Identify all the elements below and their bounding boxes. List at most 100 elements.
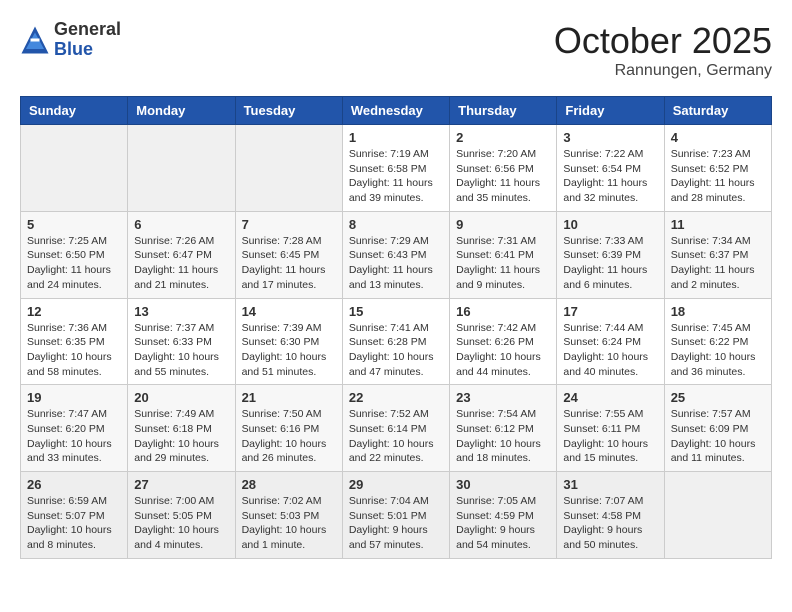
- day-info: Sunrise: 7:33 AM Sunset: 6:39 PM Dayligh…: [563, 234, 657, 293]
- day-info: Sunrise: 7:04 AM Sunset: 5:01 PM Dayligh…: [349, 494, 443, 553]
- day-info: Sunrise: 7:20 AM Sunset: 6:56 PM Dayligh…: [456, 147, 550, 206]
- day-info: Sunrise: 7:47 AM Sunset: 6:20 PM Dayligh…: [27, 407, 121, 466]
- day-info: Sunrise: 7:31 AM Sunset: 6:41 PM Dayligh…: [456, 234, 550, 293]
- calendar-week-row: 5 Sunrise: 7:25 AM Sunset: 6:50 PM Daylig…: [21, 211, 772, 298]
- day-info: Sunrise: 7:41 AM Sunset: 6:28 PM Dayligh…: [349, 321, 443, 380]
- page-header: General Blue October 2025 Rannungen, Ger…: [20, 20, 772, 80]
- weekday-header-tuesday: Tuesday: [235, 97, 342, 125]
- day-number: 6: [134, 217, 228, 232]
- day-number: 27: [134, 477, 228, 492]
- logo-icon: [20, 25, 50, 55]
- weekday-header-wednesday: Wednesday: [342, 97, 449, 125]
- calendar-cell: 14 Sunrise: 7:39 AM Sunset: 6:30 PM Dayli…: [235, 298, 342, 385]
- day-number: 26: [27, 477, 121, 492]
- calendar-cell: 18Sunrise: 7:45 AM Sunset: 6:22 PM Dayli…: [664, 298, 771, 385]
- day-info: Sunrise: 7:44 AM Sunset: 6:24 PM Dayligh…: [563, 321, 657, 380]
- day-number: 14: [242, 304, 336, 319]
- calendar-cell: [664, 472, 771, 559]
- day-info: Sunrise: 7:19 AM Sunset: 6:58 PM Dayligh…: [349, 147, 443, 206]
- day-number: 11: [671, 217, 765, 232]
- day-info: Sunrise: 7:52 AM Sunset: 6:14 PM Dayligh…: [349, 407, 443, 466]
- day-number: 24: [563, 390, 657, 405]
- day-info: Sunrise: 7:36 AM Sunset: 6:35 PM Dayligh…: [27, 321, 121, 380]
- day-info: Sunrise: 7:05 AM Sunset: 4:59 PM Dayligh…: [456, 494, 550, 553]
- logo-text: General Blue: [54, 20, 121, 60]
- weekday-header-friday: Friday: [557, 97, 664, 125]
- weekday-header-row: SundayMondayTuesdayWednesdayThursdayFrid…: [21, 97, 772, 125]
- day-number: 7: [242, 217, 336, 232]
- day-number: 22: [349, 390, 443, 405]
- calendar-cell: 6 Sunrise: 7:26 AM Sunset: 6:47 PM Daylig…: [128, 211, 235, 298]
- day-info: Sunrise: 6:59 AM Sunset: 5:07 PM Dayligh…: [27, 494, 121, 553]
- day-info: Sunrise: 7:39 AM Sunset: 6:30 PM Dayligh…: [242, 321, 336, 380]
- day-number: 23: [456, 390, 550, 405]
- day-number: 4: [671, 130, 765, 145]
- day-number: 25: [671, 390, 765, 405]
- day-info: Sunrise: 7:50 AM Sunset: 6:16 PM Dayligh…: [242, 407, 336, 466]
- day-number: 17: [563, 304, 657, 319]
- calendar-cell: 15Sunrise: 7:41 AM Sunset: 6:28 PM Dayli…: [342, 298, 449, 385]
- title-block: October 2025 Rannungen, Germany: [554, 20, 772, 80]
- calendar-cell: 16 Sunrise: 7:42 AM Sunset: 6:26 PM Dayli…: [450, 298, 557, 385]
- day-info: Sunrise: 7:42 AM Sunset: 6:26 PM Dayligh…: [456, 321, 550, 380]
- calendar-cell: [128, 125, 235, 212]
- day-info: Sunrise: 7:37 AM Sunset: 6:33 PM Dayligh…: [134, 321, 228, 380]
- calendar-cell: 30 Sunrise: 7:05 AM Sunset: 4:59 PM Dayli…: [450, 472, 557, 559]
- day-number: 28: [242, 477, 336, 492]
- calendar-week-row: 26 Sunrise: 6:59 AM Sunset: 5:07 PM Dayli…: [21, 472, 772, 559]
- day-number: 9: [456, 217, 550, 232]
- calendar-cell: 19 Sunrise: 7:47 AM Sunset: 6:20 PM Dayli…: [21, 385, 128, 472]
- logo: General Blue: [20, 20, 121, 60]
- day-number: 13: [134, 304, 228, 319]
- calendar-cell: 31Sunrise: 7:07 AM Sunset: 4:58 PM Dayli…: [557, 472, 664, 559]
- calendar-cell: 7Sunrise: 7:28 AM Sunset: 6:45 PM Daylig…: [235, 211, 342, 298]
- day-info: Sunrise: 7:07 AM Sunset: 4:58 PM Dayligh…: [563, 494, 657, 553]
- day-number: 10: [563, 217, 657, 232]
- calendar-cell: 27Sunrise: 7:00 AM Sunset: 5:05 PM Dayli…: [128, 472, 235, 559]
- month-title: October 2025: [554, 20, 772, 62]
- day-number: 30: [456, 477, 550, 492]
- calendar-cell: [235, 125, 342, 212]
- calendar-cell: 24 Sunrise: 7:55 AM Sunset: 6:11 PM Dayli…: [557, 385, 664, 472]
- weekday-header-monday: Monday: [128, 97, 235, 125]
- calendar-cell: 28 Sunrise: 7:02 AM Sunset: 5:03 PM Dayli…: [235, 472, 342, 559]
- calendar-cell: 4 Sunrise: 7:23 AM Sunset: 6:52 PM Daylig…: [664, 125, 771, 212]
- calendar-cell: 21Sunrise: 7:50 AM Sunset: 6:16 PM Dayli…: [235, 385, 342, 472]
- calendar-cell: 25 Sunrise: 7:57 AM Sunset: 6:09 PM Dayli…: [664, 385, 771, 472]
- calendar-cell: 9 Sunrise: 7:31 AM Sunset: 6:41 PM Daylig…: [450, 211, 557, 298]
- day-number: 2: [456, 130, 550, 145]
- day-info: Sunrise: 7:29 AM Sunset: 6:43 PM Dayligh…: [349, 234, 443, 293]
- day-info: Sunrise: 7:55 AM Sunset: 6:11 PM Dayligh…: [563, 407, 657, 466]
- day-info: Sunrise: 7:45 AM Sunset: 6:22 PM Dayligh…: [671, 321, 765, 380]
- calendar-cell: 13 Sunrise: 7:37 AM Sunset: 6:33 PM Dayli…: [128, 298, 235, 385]
- day-number: 19: [27, 390, 121, 405]
- calendar-cell: 12Sunrise: 7:36 AM Sunset: 6:35 PM Dayli…: [21, 298, 128, 385]
- calendar-cell: 11Sunrise: 7:34 AM Sunset: 6:37 PM Dayli…: [664, 211, 771, 298]
- calendar-cell: 17 Sunrise: 7:44 AM Sunset: 6:24 PM Dayli…: [557, 298, 664, 385]
- day-info: Sunrise: 7:54 AM Sunset: 6:12 PM Dayligh…: [456, 407, 550, 466]
- calendar-cell: 20 Sunrise: 7:49 AM Sunset: 6:18 PM Dayli…: [128, 385, 235, 472]
- calendar-cell: 29 Sunrise: 7:04 AM Sunset: 5:01 PM Dayli…: [342, 472, 449, 559]
- calendar-table: SundayMondayTuesdayWednesdayThursdayFrid…: [20, 96, 772, 559]
- calendar-week-row: 12Sunrise: 7:36 AM Sunset: 6:35 PM Dayli…: [21, 298, 772, 385]
- day-number: 3: [563, 130, 657, 145]
- day-info: Sunrise: 7:23 AM Sunset: 6:52 PM Dayligh…: [671, 147, 765, 206]
- day-number: 5: [27, 217, 121, 232]
- calendar-cell: 1Sunrise: 7:19 AM Sunset: 6:58 PM Daylig…: [342, 125, 449, 212]
- day-number: 8: [349, 217, 443, 232]
- day-info: Sunrise: 7:02 AM Sunset: 5:03 PM Dayligh…: [242, 494, 336, 553]
- calendar-cell: 22 Sunrise: 7:52 AM Sunset: 6:14 PM Dayli…: [342, 385, 449, 472]
- day-number: 29: [349, 477, 443, 492]
- day-info: Sunrise: 7:26 AM Sunset: 6:47 PM Dayligh…: [134, 234, 228, 293]
- day-info: Sunrise: 7:49 AM Sunset: 6:18 PM Dayligh…: [134, 407, 228, 466]
- day-number: 16: [456, 304, 550, 319]
- calendar-week-row: 19 Sunrise: 7:47 AM Sunset: 6:20 PM Dayli…: [21, 385, 772, 472]
- day-info: Sunrise: 7:22 AM Sunset: 6:54 PM Dayligh…: [563, 147, 657, 206]
- weekday-header-saturday: Saturday: [664, 97, 771, 125]
- calendar-cell: 10 Sunrise: 7:33 AM Sunset: 6:39 PM Dayli…: [557, 211, 664, 298]
- day-info: Sunrise: 7:25 AM Sunset: 6:50 PM Dayligh…: [27, 234, 121, 293]
- calendar-cell: 23 Sunrise: 7:54 AM Sunset: 6:12 PM Dayli…: [450, 385, 557, 472]
- day-number: 20: [134, 390, 228, 405]
- location: Rannungen, Germany: [554, 62, 772, 80]
- day-info: Sunrise: 7:57 AM Sunset: 6:09 PM Dayligh…: [671, 407, 765, 466]
